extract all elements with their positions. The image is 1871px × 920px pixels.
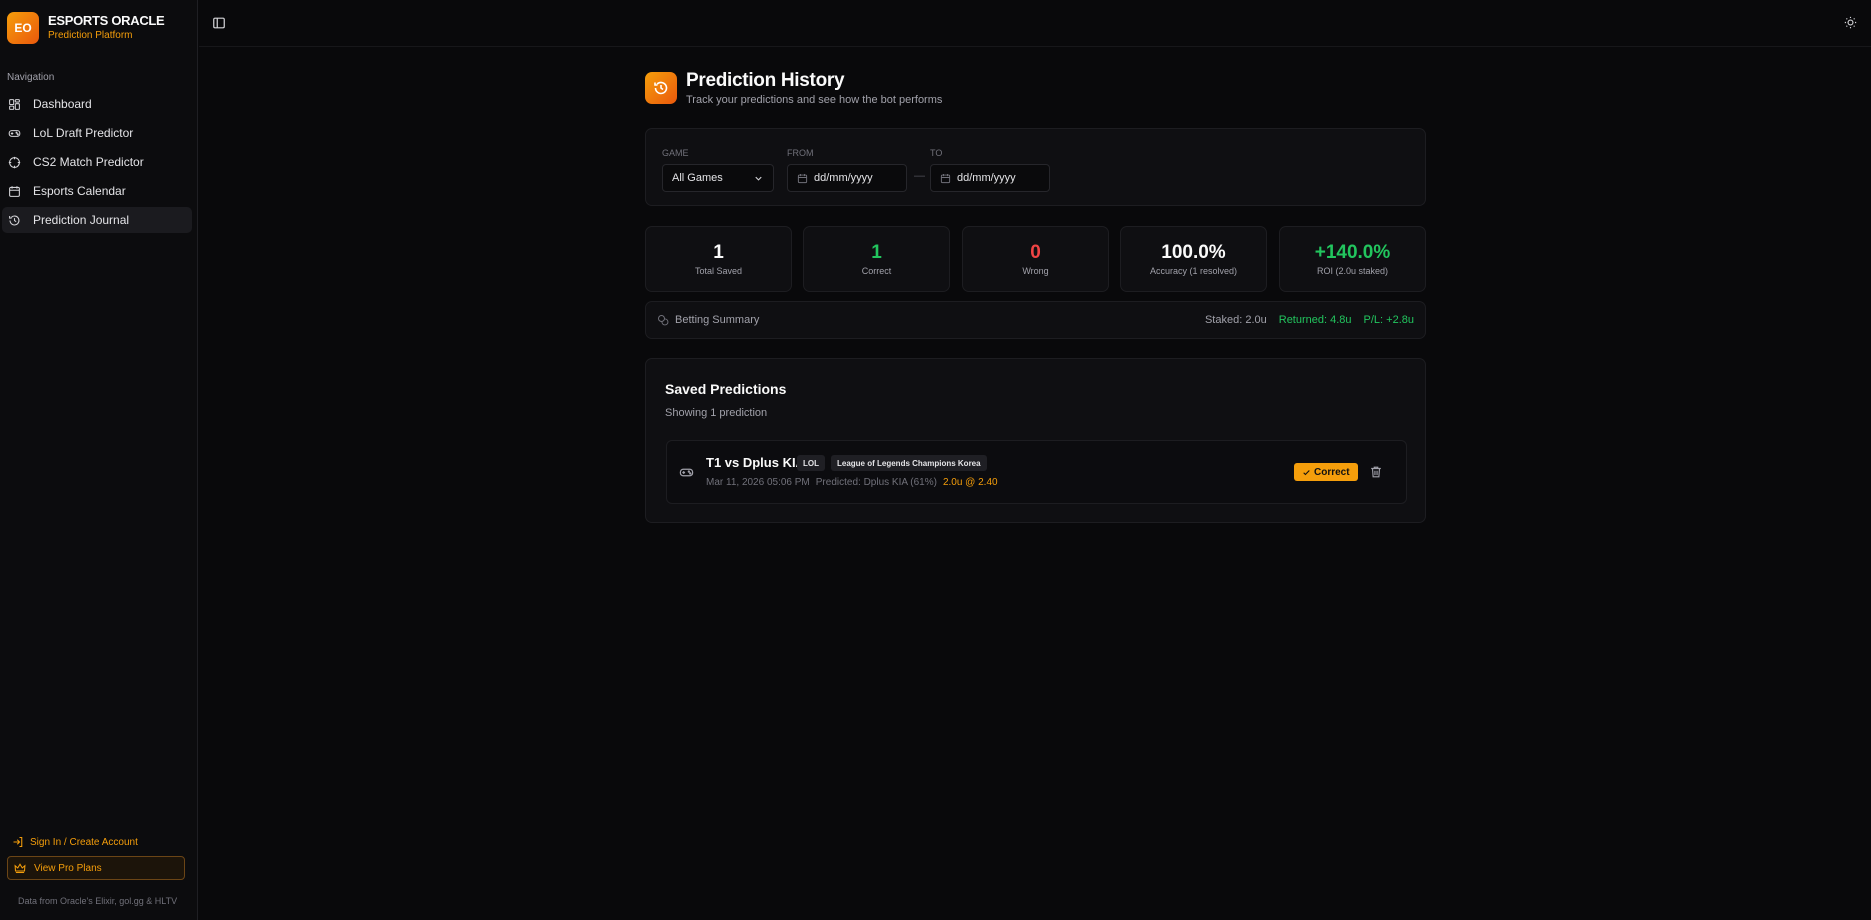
staked-value: Staked: 2.0u (1204, 314, 1267, 326)
calendar-icon (8, 185, 21, 198)
stats-row: 1 Total Saved 1 Correct 0 Wrong 100.0% A… (645, 226, 1426, 292)
stat-wrong: 0 Wrong (962, 226, 1109, 292)
page-header: Prediction History Track your prediction… (645, 70, 1426, 106)
sidebar-item-label: Dashboard (33, 97, 92, 111)
sidebar-item-cs2-match-predictor[interactable]: CS2 Match Predictor (2, 149, 192, 175)
crown-icon (14, 863, 26, 874)
stat-label: Accuracy (1 resolved) (1149, 266, 1238, 276)
stat-value: 100.0% (1161, 242, 1226, 263)
crosshair-icon (8, 156, 21, 169)
sidebar-toggle-icon[interactable] (212, 16, 226, 30)
match-title: T1 vs Dplus KIA (706, 455, 805, 470)
page-title: Prediction History (686, 70, 845, 91)
to-date-input[interactable]: dd/mm/yyyy (930, 164, 1050, 192)
topbar (199, 0, 1871, 47)
to-date-placeholder: dd/mm/yyyy (957, 172, 1016, 184)
sidebar-item-label: LoL Draft Predictor (33, 126, 134, 140)
stat-label: Correct (861, 266, 892, 276)
prediction-pick: Predicted: Dplus KIA (61%) (815, 477, 937, 488)
sign-in-link[interactable]: Sign In / Create Account (12, 836, 138, 848)
check-icon (1303, 469, 1310, 475)
saved-predictions-count: Showing 1 prediction (665, 407, 768, 419)
list-item[interactable]: T1 vs Dplus KIA LOL League of Legends Ch… (666, 440, 1407, 504)
sign-in-label: Sign In / Create Account (30, 836, 138, 848)
sidebar-item-label: Esports Calendar (33, 184, 126, 198)
from-date-input[interactable]: dd/mm/yyyy (787, 164, 907, 192)
league-tag: League of Legends Champions Korea (831, 455, 987, 471)
filters-panel: GAME All Games FROM dd/mm/yyyy — TO dd/m… (645, 128, 1426, 206)
dashboard-icon (8, 98, 21, 111)
stat-roi: +140.0% ROI (2.0u staked) (1279, 226, 1426, 292)
sidebar-nav: Dashboard LoL Draft Predictor CS2 Match … (0, 91, 198, 236)
stat-value: +140.0% (1314, 242, 1391, 263)
brand-name: ESPORTS ORACLE (48, 13, 165, 28)
sidebar-item-prediction-journal[interactable]: Prediction Journal (2, 207, 192, 233)
betting-summary-title: Betting Summary (675, 314, 760, 326)
sidebar-item-lol-draft-predictor[interactable]: LoL Draft Predictor (2, 120, 192, 146)
calendar-icon (940, 173, 951, 183)
stat-accuracy: 100.0% Accuracy (1 resolved) (1120, 226, 1267, 292)
saved-predictions-title: Saved Predictions (665, 381, 787, 397)
history-icon (645, 72, 677, 104)
stat-value: 1 (871, 242, 882, 263)
stat-label: Wrong (1022, 266, 1049, 276)
calendar-icon (797, 173, 808, 183)
betting-summary: Betting Summary Staked: 2.0u Returned: 4… (645, 301, 1426, 339)
brand-logo: EO (7, 12, 39, 44)
sidebar-item-dashboard[interactable]: Dashboard (2, 91, 192, 117)
view-pro-plans-button[interactable]: View Pro Plans (7, 856, 185, 880)
sidebar: EO ESPORTS ORACLE Prediction Platform Na… (0, 0, 198, 920)
status-label: Correct (1314, 466, 1350, 478)
status-badge[interactable]: Correct (1294, 463, 1358, 481)
sun-icon[interactable] (1844, 16, 1857, 29)
coins-icon (658, 315, 669, 326)
sidebar-item-label: Prediction Journal (33, 213, 130, 227)
stat-value: 1 (713, 242, 724, 263)
brand-subtitle: Prediction Platform (48, 30, 133, 41)
data-sources-note: Data from Oracle's Elixir, gol.gg & HLTV (18, 896, 178, 906)
stat-label: Total Saved (694, 266, 743, 276)
profit-loss-value: P/L: +2.8u (1363, 314, 1414, 326)
main-content: Prediction History Track your prediction… (645, 70, 1426, 523)
from-date-placeholder: dd/mm/yyyy (814, 172, 873, 184)
saved-predictions-panel: Saved Predictions Showing 1 prediction T… (645, 358, 1426, 523)
stat-label: ROI (2.0u staked) (1316, 266, 1389, 276)
date-range-separator: — (914, 170, 925, 182)
trash-icon[interactable] (1369, 465, 1383, 479)
view-pro-plans-label: View Pro Plans (34, 862, 102, 874)
sidebar-item-esports-calendar[interactable]: Esports Calendar (2, 178, 192, 204)
game-select[interactable]: All Games (662, 164, 774, 192)
to-date-label: TO (930, 148, 943, 158)
prediction-date: Mar 11, 2026 05:06 PM (706, 477, 810, 488)
stat-value: 0 (1030, 242, 1041, 263)
prediction-stake: 2.0u @ 2.40 (942, 477, 998, 488)
chevron-down-icon (755, 176, 762, 181)
game-tag: LOL (797, 455, 825, 471)
returned-value: Returned: 4.8u (1278, 314, 1352, 326)
from-date-label: FROM (787, 148, 814, 158)
game-filter-label: GAME (662, 148, 689, 158)
stat-total-saved: 1 Total Saved (645, 226, 792, 292)
gamepad-icon (8, 127, 21, 140)
sidebar-item-label: CS2 Match Predictor (33, 155, 144, 169)
login-icon (13, 836, 23, 848)
nav-heading: Navigation (7, 72, 55, 83)
history-icon (8, 214, 21, 227)
page-subtitle: Track your predictions and see how the b… (686, 94, 943, 106)
game-select-value: All Games (672, 172, 723, 184)
brand[interactable]: EO ESPORTS ORACLE Prediction Platform (7, 12, 165, 44)
gamepad-icon (679, 468, 694, 477)
stat-correct: 1 Correct (803, 226, 950, 292)
